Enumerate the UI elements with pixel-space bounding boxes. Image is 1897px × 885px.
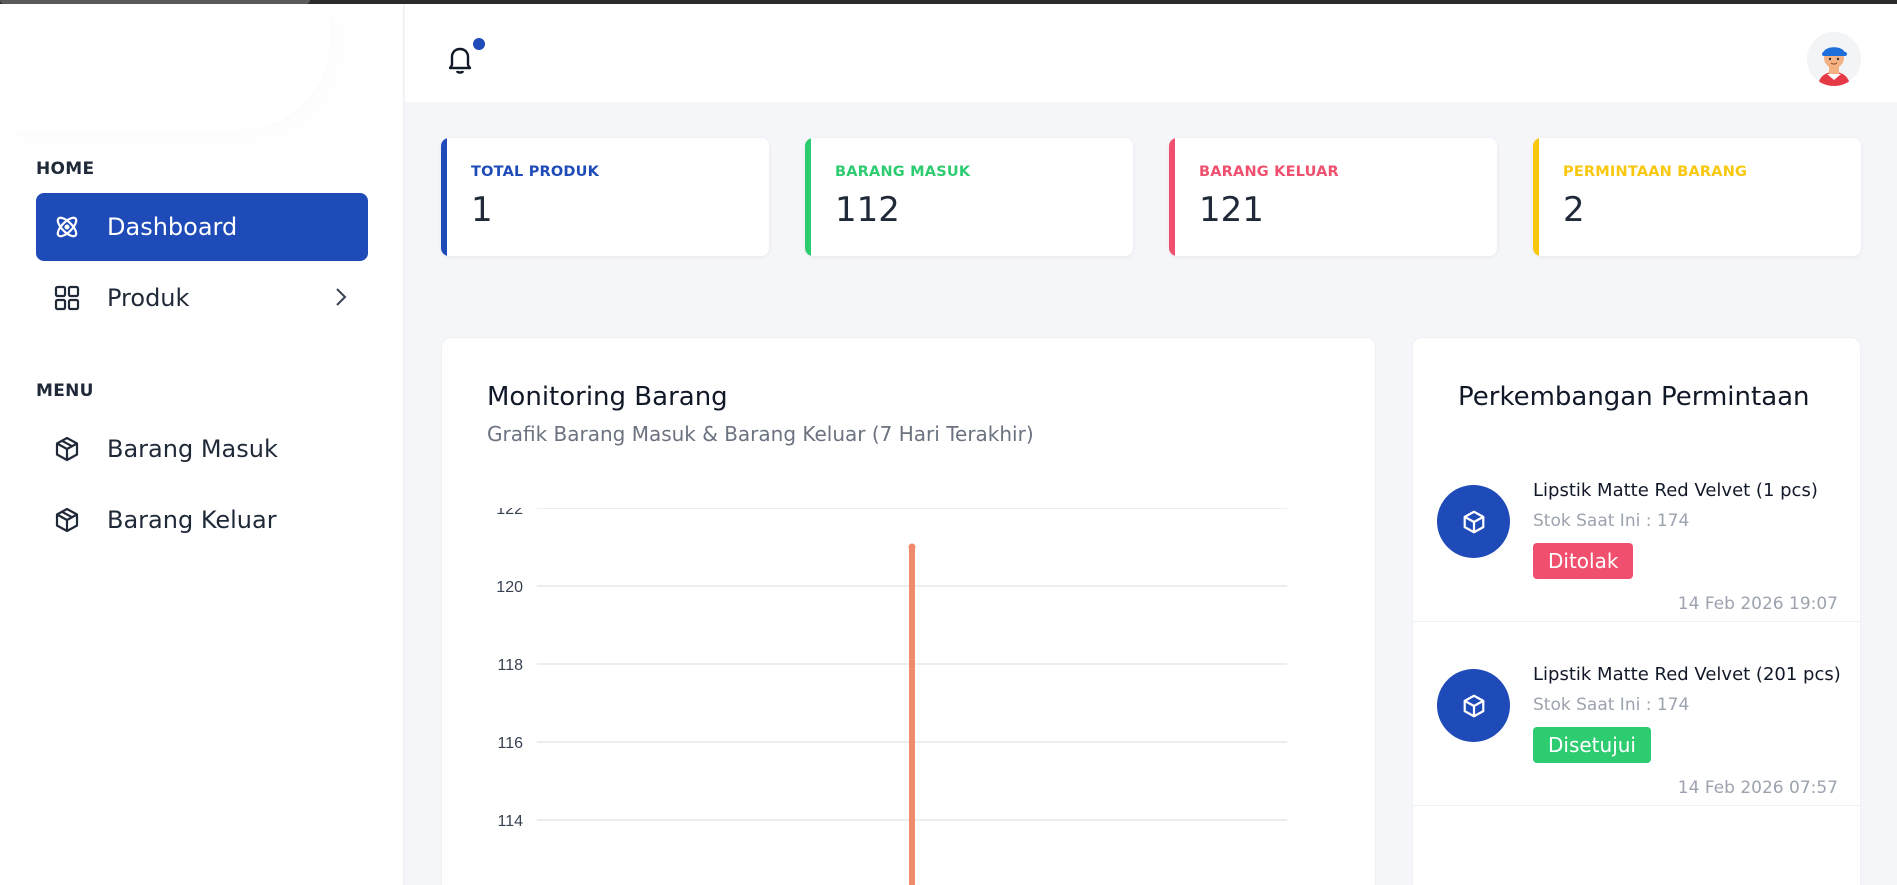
stat-card-barang-keluar: BARANG KELUAR 121	[1169, 138, 1497, 256]
requests-card: Perkembangan Permintaan Lipstik Matte Re…	[1412, 337, 1862, 885]
sidebar-item-label: Produk	[107, 284, 190, 312]
request-product-name: Lipstik Matte Red Velvet (1 pcs)	[1533, 480, 1818, 501]
y-tick-label: 118	[497, 657, 523, 674]
chart-card: Monitoring Barang Grafik Barang Masuk & …	[441, 337, 1376, 885]
stat-card-total-produk: TOTAL PRODUK 1	[441, 138, 769, 256]
stat-label: TOTAL PRODUK	[471, 164, 600, 180]
list-item[interactable]: Lipstik Matte Red Velvet (1 pcs) Stok Sa…	[1413, 438, 1862, 622]
status-badge: Disetujui	[1533, 727, 1651, 763]
sidebar-item-barang-keluar[interactable]: Barang Keluar	[36, 486, 368, 554]
stat-accent-bar	[1169, 138, 1175, 256]
chevron-right-icon	[334, 286, 348, 314]
bell-icon[interactable]	[445, 42, 475, 76]
top-header	[405, 4, 1897, 102]
y-tick-label: 122	[496, 508, 523, 518]
chart-title: Monitoring Barang	[487, 382, 728, 412]
sidebar-item-barang-masuk[interactable]: Barang Masuk	[36, 415, 368, 483]
notification-dot	[473, 38, 485, 50]
atom-icon	[53, 213, 81, 241]
stat-value: 1	[471, 190, 493, 230]
sidebar-item-label: Barang Masuk	[107, 435, 278, 463]
stat-label: BARANG KELUAR	[1199, 164, 1339, 180]
sidebar-item-dashboard[interactable]: Dashboard	[36, 193, 368, 261]
stat-label: PERMINTAAN BARANG	[1563, 164, 1748, 180]
y-tick-label: 120	[496, 579, 523, 596]
section-title-home: HOME	[36, 159, 95, 179]
stat-card-permintaan-barang: PERMINTAAN BARANG 2	[1533, 138, 1861, 256]
y-tick-label: 116	[497, 735, 523, 752]
stat-accent-bar	[441, 138, 447, 256]
y-tick-label: 114	[497, 813, 523, 830]
box-icon	[1437, 485, 1510, 558]
sidebar-item-label: Dashboard	[107, 213, 238, 241]
requests-title: Perkembangan Permintaan	[1458, 382, 1810, 412]
request-timestamp: 14 Feb 2026 07:57	[1677, 778, 1838, 798]
request-stock: Stok Saat Ini : 174	[1533, 511, 1690, 531]
sidebar-item-produk[interactable]: Produk	[36, 264, 368, 332]
stat-accent-bar	[1533, 138, 1539, 256]
line-chart: 122 120 118 116 114	[496, 508, 1287, 885]
logo-area	[0, 4, 330, 130]
box-icon	[53, 506, 81, 534]
grid-icon	[53, 284, 81, 312]
box-icon	[53, 435, 81, 463]
request-product-name: Lipstik Matte Red Velvet (201 pcs)	[1533, 664, 1841, 685]
avatar[interactable]	[1807, 32, 1861, 86]
list-item[interactable]: Lipstik Matte Red Velvet (201 pcs) Stok …	[1413, 622, 1862, 806]
stat-accent-bar	[805, 138, 811, 256]
chart-subtitle: Grafik Barang Masuk & Barang Keluar (7 H…	[487, 422, 1034, 446]
stat-label: BARANG MASUK	[835, 164, 971, 180]
sidebar: HOME Dashboard Produk MENU Barang Masuk …	[0, 4, 404, 885]
sidebar-item-label: Barang Keluar	[107, 506, 277, 534]
stat-value: 2	[1563, 190, 1585, 230]
request-stock: Stok Saat Ini : 174	[1533, 695, 1690, 715]
box-icon	[1437, 669, 1510, 742]
stat-value: 112	[835, 190, 900, 230]
section-title-menu: MENU	[36, 381, 94, 401]
request-timestamp: 14 Feb 2026 19:07	[1677, 594, 1838, 614]
stat-value: 121	[1199, 190, 1264, 230]
data-point[interactable]	[908, 543, 916, 551]
stat-card-barang-masuk: BARANG MASUK 112	[805, 138, 1133, 256]
status-badge: Ditolak	[1533, 543, 1634, 579]
